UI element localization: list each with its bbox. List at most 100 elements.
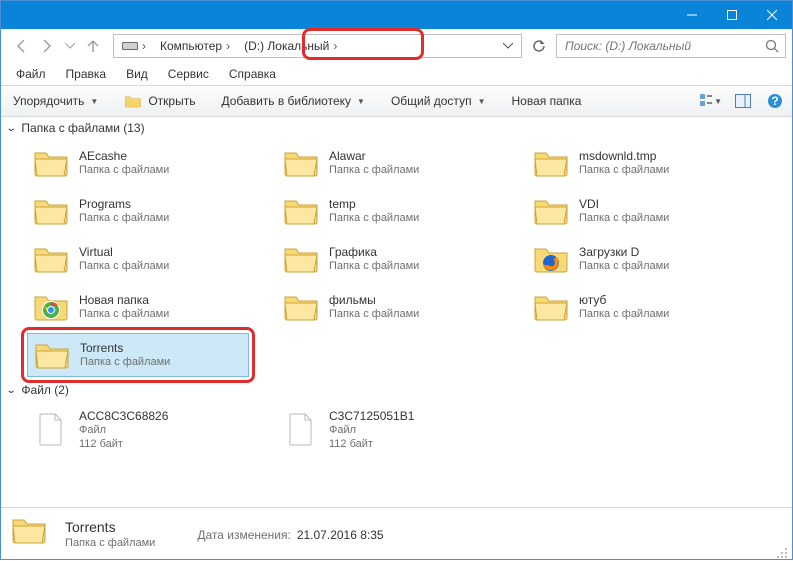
folder-item[interactable]: VDIПапка с файлами [527,189,749,233]
file-item[interactable]: C3C7125051B1Файл112 байт [277,403,499,457]
item-size: 112 байт [79,438,168,452]
item-name: Alawar [329,149,419,164]
open-button[interactable]: Открыть [118,91,201,111]
details-name: Torrents [65,518,155,536]
chevron-right-icon: › [333,39,337,53]
menu-help[interactable]: Справка [220,65,285,83]
item-type: Папка с файлами [79,212,169,226]
chevron-down-icon: ▼ [714,97,722,106]
folder-icon [283,145,319,181]
breadcrumb-computer[interactable]: Компьютер › [154,35,236,57]
organize-button[interactable]: Упорядочить ▼ [7,91,104,111]
help-icon: ? [767,93,783,109]
breadcrumb-root[interactable]: › [116,35,152,57]
folder-icon [33,241,69,277]
folder-icon [533,145,569,181]
item-name: ACC8C3C68826 [79,409,168,424]
group-label: Папка с файлами (13) [21,121,144,135]
window-titlebar [1,1,792,29]
close-button[interactable] [752,1,792,29]
maximize-icon [727,10,737,20]
menu-file[interactable]: Файл [7,65,55,83]
folder-icon [283,193,319,229]
menubar: Файл Правка Вид Сервис Справка [1,63,792,85]
folder-item[interactable]: ютубПапка с файлами [527,285,749,329]
folder-item[interactable]: Новая папкаПапка с файлами [27,285,249,329]
group-header-folders[interactable]: ⌄ Папка с файлами (13) [5,117,792,139]
breadcrumb[interactable]: › Компьютер › (D:) Локальный › [113,34,522,58]
breadcrumb-label: Компьютер [160,39,222,53]
forward-button[interactable] [39,38,55,54]
folder-item[interactable]: AEcasheПапка с файлами [27,141,249,185]
maximize-button[interactable] [712,1,752,29]
file-list-pane[interactable]: ⌄ Папка с файлами (13) AEcasheПапка с фа… [1,117,792,507]
folder-item[interactable]: msdownld.tmpПапка с файлами [527,141,749,185]
chevron-down-icon: ▼ [90,97,98,106]
item-name: AEcashe [79,149,169,164]
item-name: фильмы [329,293,419,308]
item-name: Загрузки D [579,245,669,260]
add-library-button[interactable]: Добавить в библиотеку ▼ [215,91,370,111]
group-label: Файл (2) [21,383,69,397]
back-button[interactable] [13,38,29,54]
folder-item[interactable]: ProgramsПапка с файлами [27,189,249,233]
breadcrumb-drive[interactable]: (D:) Локальный › [238,35,343,57]
item-type: Папка с файлами [79,308,169,322]
refresh-button[interactable] [528,35,550,57]
help-button[interactable]: ? [764,90,786,112]
folder-icon [533,193,569,229]
group-header-files[interactable]: ⌄ Файл (2) [5,379,792,401]
search-icon [765,39,779,53]
folder-item[interactable]: tempПапка с файлами [277,189,499,233]
chevron-down-icon [503,43,513,49]
toolbar-label: Открыть [148,94,195,108]
item-name: VDI [579,197,669,212]
folder-item[interactable]: AlawarПапка с файлами [277,141,499,185]
toolbar-label: Новая папка [511,94,581,108]
folder-item[interactable]: VirtualПапка с файлами [27,237,249,281]
minimize-button[interactable] [672,1,712,29]
toolbar-label: Упорядочить [13,94,84,108]
pane-icon [735,94,751,108]
folder-icon [33,193,69,229]
search-input[interactable] [556,34,786,58]
collapse-caret-icon: ⌄ [6,123,17,134]
menu-view[interactable]: Вид [117,65,157,83]
item-type: Файл [329,424,414,438]
view-options-button[interactable]: ▼ [700,90,722,112]
resize-grip-icon[interactable] [776,547,788,559]
item-type: Папка с файлами [579,212,669,226]
item-name: ютуб [579,293,669,308]
search-field[interactable] [563,38,759,54]
item-type: Папка с файлами [329,164,419,178]
share-button[interactable]: Общий доступ ▼ [385,91,492,111]
folder-icon [33,145,69,181]
folder-item[interactable]: фильмыПапка с файлами [277,285,499,329]
details-pane: Torrents Папка с файлами Дата изменения:… [1,507,792,561]
item-type: Папка с файлами [579,308,669,322]
item-size: 112 байт [329,438,414,452]
history-dropdown[interactable] [65,43,75,49]
item-name: Programs [79,197,169,212]
item-name: Virtual [79,245,169,260]
view-icon [700,94,712,108]
item-type: Папка с файлами [79,164,169,178]
item-name: Графика [329,245,419,260]
path-dropdown-button[interactable] [497,35,519,57]
item-name: Новая папка [79,293,169,308]
details-date-key: Дата изменения: [197,528,291,542]
folder-item[interactable]: TorrentsПапка с файлами [27,333,249,377]
folder-item[interactable]: ГрафикаПапка с файлами [277,237,499,281]
collapse-caret-icon: ⌄ [6,385,17,396]
file-icon [33,412,69,448]
file-item[interactable]: ACC8C3C68826Файл112 байт [27,403,249,457]
preview-pane-button[interactable] [732,90,754,112]
new-folder-button[interactable]: Новая папка [505,91,587,111]
folder-item[interactable]: Загрузки DПапка с файлами [527,237,749,281]
up-button[interactable] [85,38,101,54]
svg-text:?: ? [771,94,778,108]
item-type: Папка с файлами [79,260,169,274]
menu-edit[interactable]: Правка [57,65,116,83]
menu-tools[interactable]: Сервис [159,65,218,83]
item-type: Папка с файлами [579,164,669,178]
